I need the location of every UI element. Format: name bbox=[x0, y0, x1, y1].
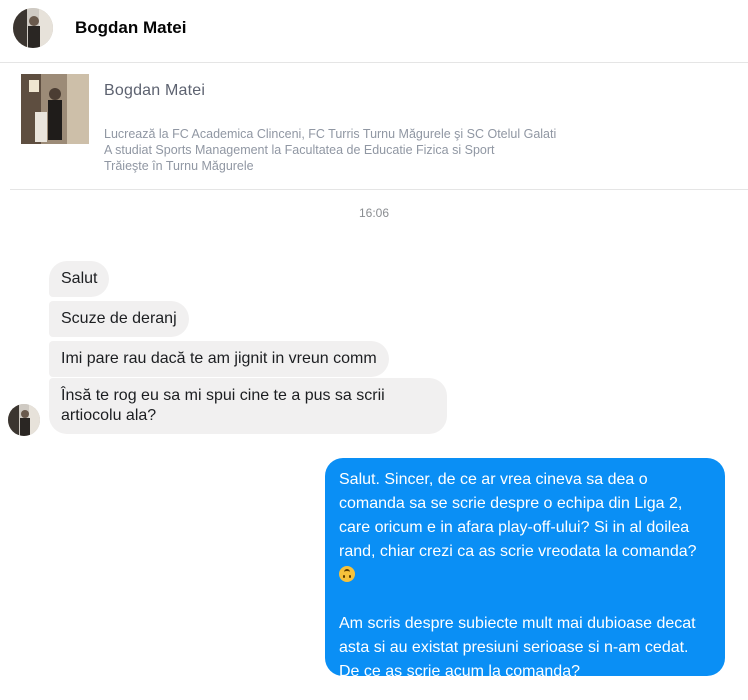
outgoing-paragraph: Salut. Sincer, de ce ar vrea cineva sa d… bbox=[339, 471, 697, 560]
profile-location: Trăieşte în Turnu Măgurele bbox=[104, 159, 254, 173]
profile-name[interactable]: Bogdan Matei bbox=[104, 82, 205, 100]
message-timestamp: 16:06 bbox=[358, 206, 390, 220]
profile-work: Lucrează la FC Academica Clinceni, FC Tu… bbox=[104, 127, 557, 141]
incoming-message[interactable]: Scuze de deranj bbox=[49, 301, 189, 337]
outgoing-paragraph: Am scris despre subiecte mult mai dubioa… bbox=[339, 615, 696, 680]
upside-down-face-icon bbox=[339, 566, 355, 582]
profile-education: A studiat Sports Management la Facultate… bbox=[104, 143, 495, 157]
incoming-message[interactable]: Imi pare rau dacă te am jignit in vreun … bbox=[49, 341, 389, 377]
contact-name[interactable]: Bogdan Matei bbox=[75, 18, 186, 38]
profile-card: Bogdan Matei Lucrează la FC Academica Cl… bbox=[10, 64, 748, 190]
sender-avatar[interactable] bbox=[8, 404, 40, 436]
profile-info: Lucrează la FC Academica Clinceni, FC Tu… bbox=[104, 126, 556, 174]
conversation-header: Bogdan Matei bbox=[0, 0, 748, 63]
incoming-message[interactable]: Salut bbox=[49, 261, 110, 297]
incoming-message[interactable]: Însă te rog eu sa mi spui cine te a pus … bbox=[49, 378, 447, 434]
avatar[interactable] bbox=[13, 8, 53, 48]
outgoing-message[interactable]: Salut. Sincer, de ce ar vrea cineva sa d… bbox=[325, 458, 725, 680]
profile-photo[interactable] bbox=[21, 74, 89, 144]
